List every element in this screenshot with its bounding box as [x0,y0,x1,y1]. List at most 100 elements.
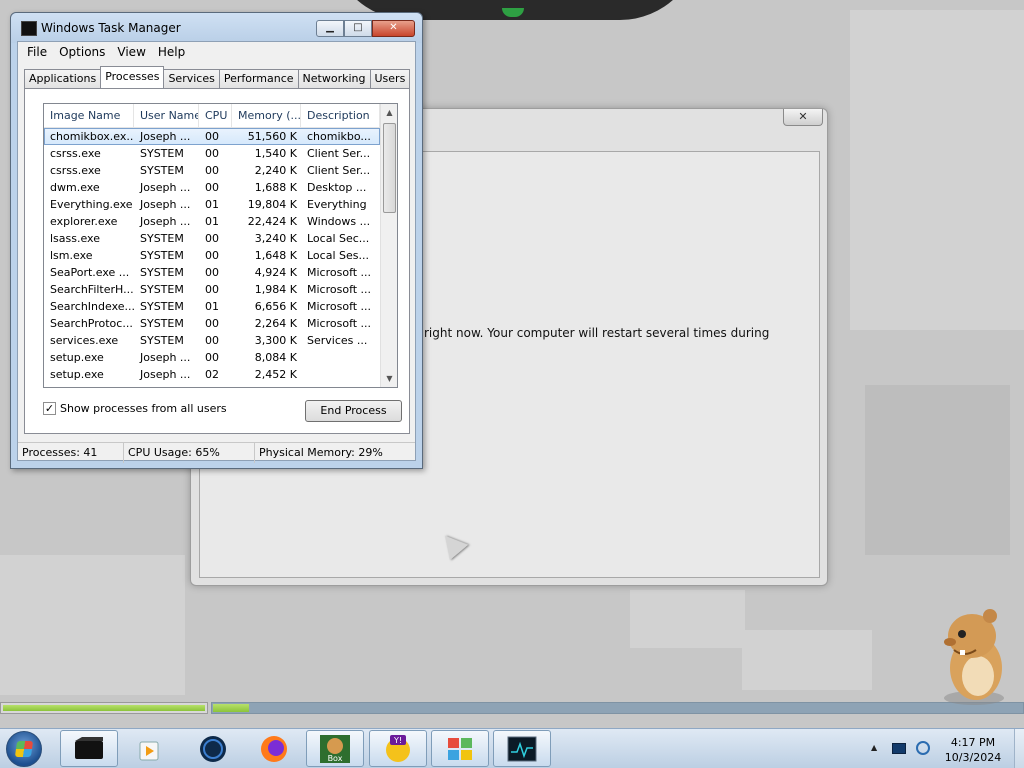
cell-cpu: 01 [205,300,219,313]
cell-memory: 1,648 K [254,249,297,262]
cell-user-name: SYSTEM [140,164,184,177]
status-processes: Processes: 41 [18,443,124,463]
scroll-down-icon[interactable]: ▼ [381,370,397,387]
cell-cpu: 00 [205,317,219,330]
tab-networking[interactable]: Networking [297,69,371,88]
tab-services[interactable]: Services [163,69,220,88]
cell-description: Desktop ... [307,181,367,194]
minimize-button[interactable]: ▁ [316,20,344,37]
table-row[interactable]: dwm.exe Joseph ... 00 1,688 K Desktop ... [44,179,380,196]
cell-cpu: 01 [205,198,219,211]
taskbar-yahoo-messenger[interactable]: Y! [369,730,427,767]
scroll-up-icon[interactable]: ▲ [381,104,397,121]
tab-performance[interactable]: Performance [218,69,299,88]
windows-flag-icon [448,737,472,760]
taskbar-terminal[interactable] [60,730,118,767]
task-manager-window: Windows Task Manager ▁ □ ✕ File Options … [10,12,423,469]
box-label: Box [328,754,343,763]
table-row[interactable]: setup.exe Joseph ... 02 2,452 K [44,366,380,383]
media-player-icon [139,741,159,760]
cell-description: Local Ses... [307,249,369,262]
scroll-thumb[interactable] [383,123,396,213]
cell-description [301,349,380,366]
table-row[interactable]: csrss.exe SYSTEM 00 1,540 K Client Ser... [44,145,380,162]
table-row[interactable]: SearchProtoc... SYSTEM 00 2,264 K Microsoft … [44,315,380,332]
cell-image-name: lsm.exe [50,249,93,262]
column-description[interactable]: Description [301,104,380,128]
column-image-name[interactable]: Image Name [44,104,134,128]
clock-time: 4:17 PM [950,736,996,749]
show-all-users-option[interactable]: ✓ Show processes from all users [43,402,227,415]
globe-icon [200,735,226,762]
show-all-checkbox[interactable]: ✓ [43,402,56,415]
desktop-tile [742,630,872,690]
cell-memory: 1,540 K [254,147,297,160]
cell-image-name: SearchFilterH... [50,283,134,296]
process-list[interactable]: Image Name User Name CPU Memory (... Des… [43,103,398,388]
table-row[interactable]: SeaPort.exe ... SYSTEM 00 4,924 K Microsoft … [44,264,380,281]
cell-image-name: SearchProtoc... [50,317,133,330]
window-body: File Options View Help Applications Proc… [17,41,416,463]
menu-view[interactable]: View [111,45,151,59]
cell-user-name: SYSTEM [140,147,184,160]
show-desktop-button[interactable] [1014,729,1024,768]
taskbar-windows-setup[interactable] [431,730,489,767]
taskbar-chomikbox[interactable]: Box [306,730,364,767]
cell-cpu: 00 [205,232,219,245]
table-row[interactable]: SearchIndexe... SYSTEM 01 6,656 K Microsoft … [44,298,380,315]
taskbar-task-manager[interactable] [493,730,551,767]
table-row[interactable]: SearchFilterH... SYSTEM 00 1,984 K Microsoft… [44,281,380,298]
cell-user-name: Joseph ... [140,198,191,211]
column-memory[interactable]: Memory (... [232,104,301,128]
table-row[interactable]: csrss.exe SYSTEM 00 2,240 K Client Ser... [44,162,380,179]
menu-options[interactable]: Options [53,45,111,59]
table-row[interactable]: setup.exe Joseph ... 00 8,084 K [44,349,380,366]
cell-memory: 2,240 K [254,164,297,177]
show-all-label: Show processes from all users [60,402,227,415]
cell-memory: 1,688 K [254,181,297,194]
start-button[interactable] [6,731,42,767]
cell-image-name: explorer.exe [50,215,118,228]
processes-panel: Image Name User Name CPU Memory (... Des… [24,88,410,434]
cell-cpu: 00 [205,351,219,364]
menu-help[interactable]: Help [152,45,191,59]
table-row[interactable]: lsass.exe SYSTEM 00 3,240 K Local Sec... [44,230,380,247]
cell-image-name: csrss.exe [50,147,101,160]
clock[interactable]: 4:17 PM 10/3/2024 [938,735,1008,765]
tab-applications[interactable]: Applications [24,69,102,88]
taskbar-firefox[interactable] [245,730,303,767]
windows-logo-icon [14,741,34,757]
maximize-button[interactable]: □ [344,20,372,37]
table-row[interactable]: Everything.exe Joseph ... 01 19,804 K Everyt… [44,196,380,213]
table-row[interactable]: explorer.exe Joseph ... 01 22,424 K Windows … [44,213,380,230]
display-icon[interactable] [892,743,906,754]
menu-file[interactable]: File [21,45,53,59]
column-user-name[interactable]: User Name [134,104,199,128]
tab-processes[interactable]: Processes [100,66,165,88]
clock-date: 10/3/2024 [944,751,1002,764]
cell-image-name: SearchIndexe... [50,300,134,313]
taskbar-network-app[interactable] [184,730,242,767]
cell-memory: 3,240 K [254,232,297,245]
show-hidden-icons-icon[interactable]: ▲ [871,743,877,752]
cell-user-name: Joseph ... [140,130,191,143]
close-button[interactable]: ✕ [372,20,415,37]
vertical-scrollbar[interactable]: ▲ ▼ [380,104,397,387]
end-process-button[interactable]: End Process [305,400,402,422]
network-icon[interactable] [916,741,930,755]
title-bar[interactable]: Windows Task Manager ▁ □ ✕ [11,13,422,43]
table-row[interactable]: lsm.exe SYSTEM 00 1,648 K Local Ses... [44,247,380,264]
cell-description: Microsoft ... [307,317,372,330]
cell-cpu: 00 [205,181,219,194]
cell-description [301,366,380,383]
tab-users[interactable]: Users [369,69,411,88]
cell-cpu: 00 [205,334,219,347]
cell-image-name: dwm.exe [50,181,100,194]
setup-close-button[interactable]: ✕ [783,109,823,126]
table-row[interactable]: services.exe SYSTEM 00 3,300 K Services ... [44,332,380,349]
taskbar-media-player[interactable] [120,730,178,767]
column-cpu[interactable]: CPU [199,104,232,128]
cell-cpu: 01 [205,215,219,228]
status-bar: Processes: 41 CPU Usage: 65% Physical Me… [18,442,415,463]
table-row[interactable]: chomikbox.ex... Joseph ... 00 51,560 K chomi… [44,128,380,145]
